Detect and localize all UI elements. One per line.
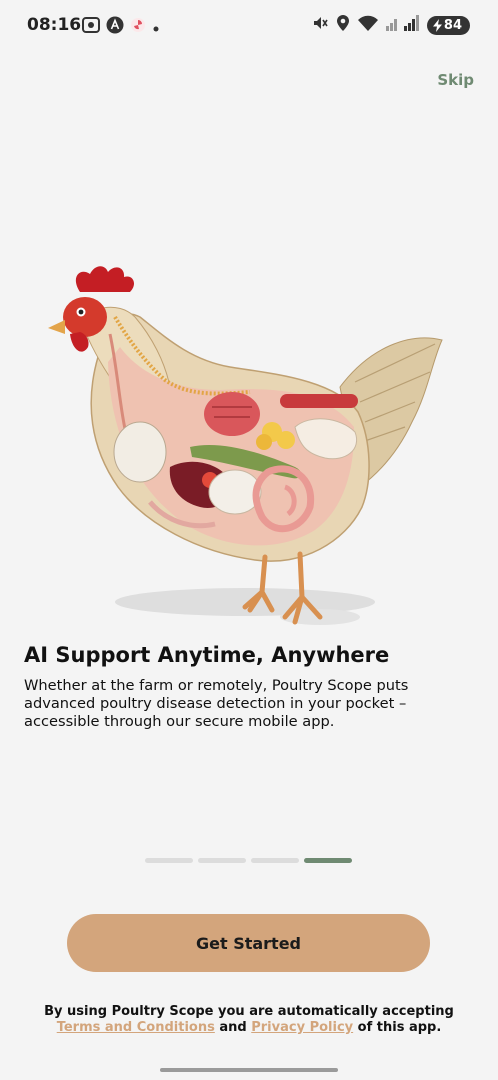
terms-link[interactable]: Terms and Conditions	[57, 1020, 215, 1035]
page-dot-2[interactable]	[198, 858, 246, 863]
battery-indicator: 84	[426, 15, 470, 35]
screen-record-icon	[82, 17, 100, 37]
page-dot-3[interactable]	[251, 858, 299, 863]
get-started-button[interactable]: Get Started	[67, 914, 430, 972]
skip-button[interactable]: Skip	[437, 71, 474, 89]
privacy-link[interactable]: Privacy Policy	[251, 1020, 353, 1035]
mute-icon	[311, 14, 329, 36]
battery-charging-icon	[432, 18, 442, 32]
page-dot-4-active[interactable]	[304, 858, 352, 863]
cell-signal-icon	[385, 15, 420, 35]
battery-level: 84	[443, 17, 462, 33]
pinwheel-icon	[130, 17, 146, 37]
location-pin-icon	[336, 14, 350, 36]
status-time: 08:16	[27, 15, 82, 35]
status-right-icons: 84	[311, 14, 470, 36]
legal-notice: By using Poultry Scope you are automatic…	[0, 1004, 498, 1036]
legal-prefix: By using Poultry Scope you are automatic…	[44, 1004, 454, 1019]
home-indicator[interactable]	[160, 1068, 338, 1072]
status-bar: 08:16 84	[0, 0, 498, 50]
hen-anatomy-illustration	[40, 262, 450, 641]
legal-suffix: of this app.	[357, 1020, 442, 1035]
dot-icon	[152, 18, 160, 37]
onboarding-headline: AI Support Anytime, Anywhere	[24, 643, 390, 667]
page-dot-1[interactable]	[145, 858, 193, 863]
page-indicator	[145, 858, 352, 863]
onboarding-description: Whether at the farm or remotely, Poultry…	[24, 677, 409, 730]
status-left-icons	[82, 16, 160, 38]
wifi-icon	[357, 14, 379, 36]
a-badge-icon	[106, 16, 124, 38]
legal-and: and	[219, 1020, 247, 1035]
